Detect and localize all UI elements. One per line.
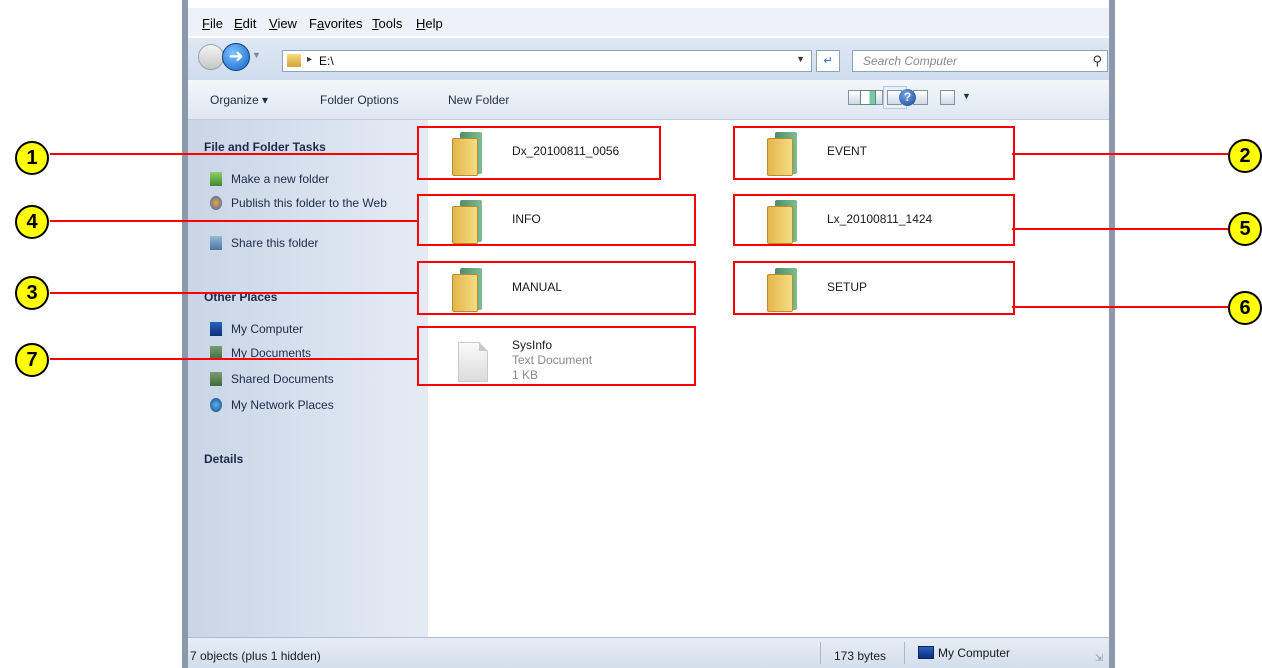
new-folder-button[interactable]: New Folder <box>448 93 509 107</box>
views-menu-icon[interactable] <box>940 90 955 105</box>
menu-view[interactable]: View <box>269 16 297 31</box>
shared-documents-icon <box>210 372 222 386</box>
status-zone: My Computer <box>918 646 1010 660</box>
address-path: E:\ <box>319 54 334 68</box>
task-make-new-folder[interactable]: Make a new folder <box>210 172 329 186</box>
callout-badge: 2 <box>1228 139 1262 173</box>
views-dropdown-icon[interactable]: ▼ <box>962 91 971 101</box>
share-icon <box>210 236 222 250</box>
network-icon <box>210 398 222 412</box>
file-folder-tasks-title: File and Folder Tasks <box>204 140 326 154</box>
folder-icon <box>287 54 301 67</box>
highlight-box-7 <box>417 326 696 386</box>
callout-line-1 <box>50 153 418 155</box>
preview-pane-icon[interactable] <box>860 90 876 105</box>
callout-badge: 6 <box>1228 291 1262 325</box>
computer-icon <box>918 646 934 659</box>
callout-line-2 <box>1012 153 1228 155</box>
forward-button[interactable]: ➜ <box>222 43 250 71</box>
task-share-folder[interactable]: Share this folder <box>210 236 318 250</box>
folder-options-button[interactable]: Folder Options <box>320 93 399 107</box>
status-size: 173 bytes <box>834 649 887 663</box>
callout-badge: 3 <box>15 276 49 310</box>
highlight-box-4 <box>417 194 696 246</box>
status-object-count: 7 objects (plus 1 hidden) <box>190 649 321 663</box>
highlight-box-2 <box>733 126 1015 180</box>
task-publish-folder[interactable]: Publish this folder to the Web <box>210 196 410 210</box>
details-title: Details <box>204 452 244 466</box>
search-icon[interactable]: ⚲ <box>1092 53 1102 69</box>
callout-badge: 7 <box>15 343 49 377</box>
recent-pages-chevron-icon[interactable]: ▼ <box>252 50 261 60</box>
highlight-box-3 <box>417 261 696 315</box>
place-my-computer[interactable]: My Computer <box>210 322 303 336</box>
globe-icon <box>210 196 222 210</box>
place-network[interactable]: My Network Places <box>210 398 334 412</box>
organize-button[interactable]: Organize ▾ <box>210 93 268 107</box>
callout-badge: 4 <box>15 205 49 239</box>
search-placeholder: Search Computer <box>863 54 958 68</box>
callout-line-3 <box>50 292 418 294</box>
menu-help[interactable]: Help <box>416 16 443 31</box>
menu-bar: File Edit View Favorites Tools Help <box>188 8 1109 36</box>
task-pane: File and Folder Tasks Make a new folder … <box>188 120 428 637</box>
command-toolbar: Organize ▾ Folder Options New Folder ▼ ? <box>188 80 1109 120</box>
address-toolbar: ➜ ▼ ▸ E:\ ▼ ↵ Search Computer ⚲ <box>188 38 1109 80</box>
place-shared-documents[interactable]: Shared Documents <box>210 372 334 386</box>
refresh-button[interactable]: ↵ <box>816 50 840 72</box>
status-bar: 7 objects (plus 1 hidden) 173 bytes My C… <box>188 637 1109 668</box>
callout-badge: 5 <box>1228 212 1262 246</box>
menu-favorites[interactable]: Favorites <box>309 16 362 31</box>
callout-line-5 <box>1012 228 1228 230</box>
help-icon[interactable]: ? <box>899 89 916 106</box>
address-bar[interactable]: ▸ E:\ ▼ <box>282 50 812 72</box>
menu-file[interactable]: File <box>202 16 223 31</box>
callout-line-7 <box>50 358 418 360</box>
resize-grip-icon[interactable]: ⇲ <box>1095 653 1103 664</box>
highlight-box-5 <box>733 194 1015 246</box>
back-button[interactable] <box>198 44 224 70</box>
menu-tools[interactable]: Tools <box>372 16 402 31</box>
callout-badge: 1 <box>15 141 49 175</box>
highlight-box-6 <box>733 261 1015 315</box>
callout-line-4 <box>50 220 418 222</box>
new-folder-icon <box>210 172 222 186</box>
breadcrumb-chevron-icon[interactable]: ▸ <box>307 54 312 65</box>
address-dropdown-icon[interactable]: ▼ <box>796 54 805 64</box>
search-input[interactable]: Search Computer ⚲ <box>852 50 1108 72</box>
callout-line-6 <box>1012 306 1228 308</box>
menu-edit[interactable]: Edit <box>234 16 256 31</box>
computer-icon <box>210 322 222 336</box>
highlight-box-1 <box>417 126 661 180</box>
